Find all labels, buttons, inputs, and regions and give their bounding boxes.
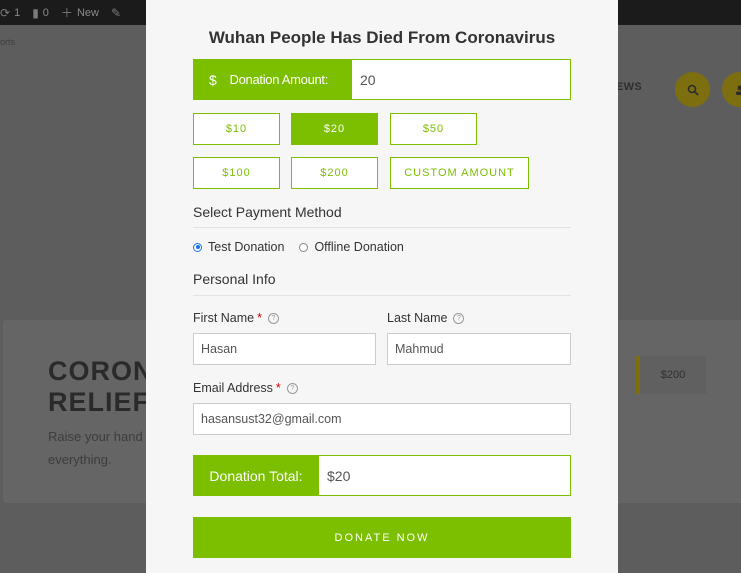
email-label: Email Address * ? <box>193 381 298 395</box>
updates-count: 0 <box>42 6 49 19</box>
help-icon[interactable]: ? <box>453 312 465 324</box>
donation-amount-label: $ Donation Amount: <box>193 59 352 100</box>
first-name-label: First Name * ? <box>193 311 279 325</box>
payment-gateways: Test Donation Offline Donation <box>193 240 571 254</box>
search-icon[interactable] <box>675 72 710 107</box>
offline-donation-label[interactable]: Offline Donation <box>314 240 403 254</box>
offline-donation-radio[interactable] <box>299 242 309 252</box>
campaign-amount-button[interactable]: $200 <box>636 356 706 394</box>
campaign-sub-line2: everything. <box>48 452 112 467</box>
help-icon[interactable]: ? <box>268 312 279 324</box>
donation-total-row: Donation Total: $20 <box>193 455 571 496</box>
campaign-title: CORON RELIEF <box>48 356 154 418</box>
donation-amount-label-text: Donation Amount: <box>229 72 329 87</box>
plus-icon: ＋ <box>60 6 73 20</box>
required-mark: * <box>257 311 262 325</box>
first-name-input[interactable]: Hasan <box>193 333 376 365</box>
admin-bar-edit[interactable]: ✎ <box>111 6 121 20</box>
campaign-title-line1: CORON <box>48 356 154 386</box>
new-label: New <box>76 6 99 19</box>
comment-icon: ▮ <box>32 5 39 20</box>
custom-amount-button[interactable]: CUSTOM AMOUNT <box>390 157 529 189</box>
donation-amount-row: $ Donation Amount: <box>193 59 571 100</box>
donate-now-button[interactable]: DONATE NOW <box>193 517 571 558</box>
comments-count: 1 <box>14 6 21 19</box>
level-button-10[interactable]: $10 <box>193 113 280 145</box>
user-icon[interactable] <box>722 72 741 107</box>
donation-total-label: Donation Total: <box>193 455 319 496</box>
donation-total-value: $20 <box>319 455 571 496</box>
donation-modal: Wuhan People Has Died From Coronavirus $… <box>146 0 618 573</box>
email-label-text: Email Address <box>193 381 273 395</box>
form-title: Wuhan People Has Died From Coronavirus <box>208 28 556 47</box>
required-mark: * <box>275 381 281 395</box>
refresh-icon: ⟳ <box>0 5 11 20</box>
last-name-label-text: Last Name <box>387 311 448 325</box>
help-icon[interactable]: ? <box>286 382 298 394</box>
personal-info-heading: Personal Info <box>193 271 276 287</box>
level-button-100[interactable]: $100 <box>193 157 280 189</box>
pencil-icon: ✎ <box>110 5 122 20</box>
divider <box>193 227 571 228</box>
admin-bar-new[interactable]: ＋ New <box>61 4 99 21</box>
test-donation-label[interactable]: Test Donation <box>208 240 284 254</box>
campaign-title-line2: RELIEF <box>48 387 151 417</box>
donation-amount-input[interactable] <box>352 59 571 100</box>
last-name-label: Last Name ? <box>387 311 465 325</box>
divider <box>193 295 571 296</box>
email-input[interactable]: hasansust32@gmail.com <box>193 403 571 435</box>
level-button-200[interactable]: $200 <box>291 157 378 189</box>
level-button-20[interactable]: $20 <box>291 113 378 145</box>
campaign-sub-line1: Raise your hand <box>48 429 143 444</box>
admin-bar-comments[interactable]: ⟳ 1 <box>0 6 20 20</box>
breadcrumb: orts <box>0 37 16 47</box>
test-donation-radio[interactable] <box>193 242 202 252</box>
last-name-input[interactable]: Mahmud <box>387 333 571 365</box>
admin-bar-updates[interactable]: ▮ 0 <box>32 6 49 20</box>
first-name-label-text: First Name <box>193 311 255 325</box>
payment-method-heading: Select Payment Method <box>193 204 342 220</box>
currency-symbol: $ <box>209 71 217 88</box>
campaign-subtitle: Raise your hand everything. <box>48 425 143 471</box>
level-button-50[interactable]: $50 <box>390 113 477 145</box>
menu-item-news[interactable]: EWS <box>616 81 642 93</box>
